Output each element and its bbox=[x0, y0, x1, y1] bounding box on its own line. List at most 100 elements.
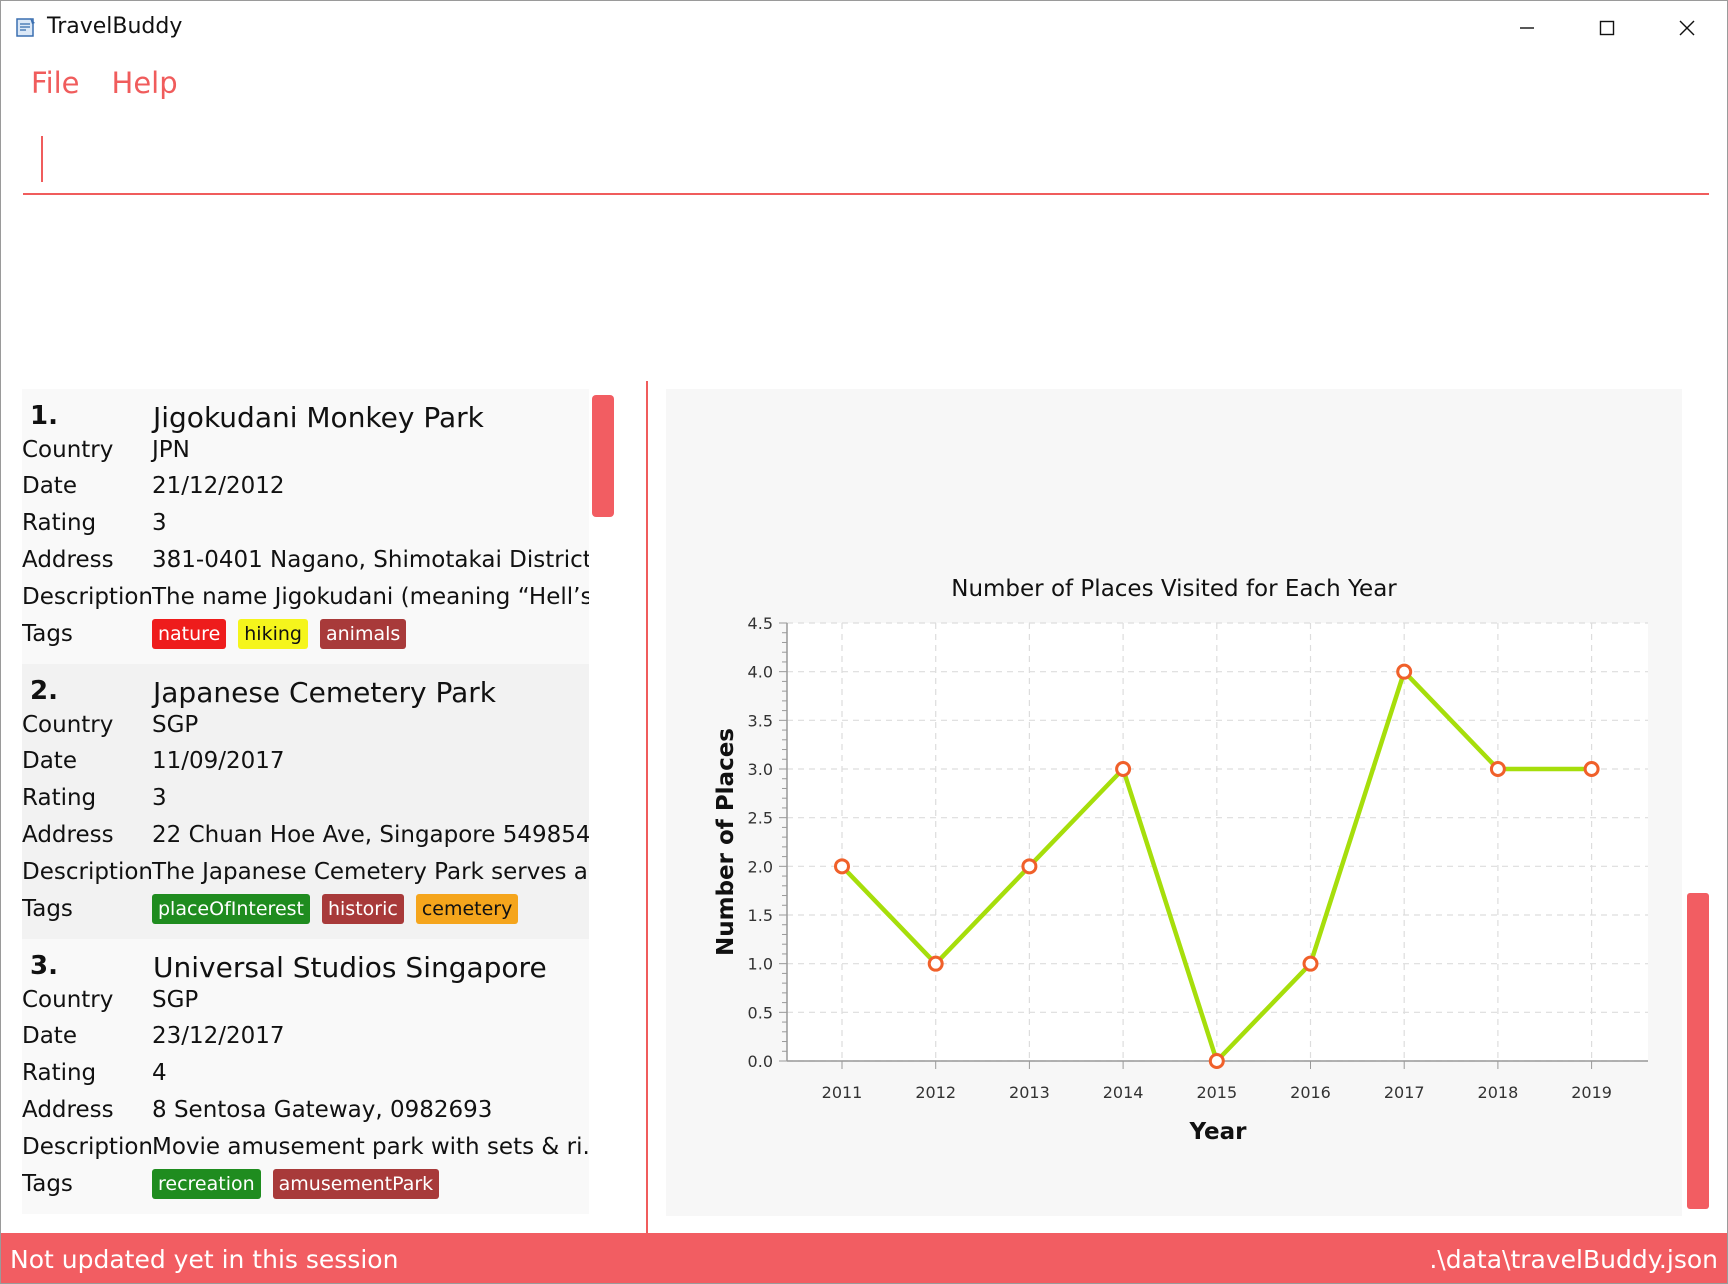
field-label-date: Date bbox=[22, 473, 77, 499]
x-tick-label: 2018 bbox=[1478, 1083, 1519, 1102]
field-value-address: 381-0401 Nagano, Shimotakai District,... bbox=[152, 547, 589, 573]
window-title: TravelBuddy bbox=[47, 14, 183, 39]
tag-badge: animals bbox=[319, 619, 407, 649]
data-point bbox=[1489, 761, 1506, 777]
field-label-date: Date bbox=[22, 1023, 77, 1049]
field-value-description: Movie amusement park with sets & ri... bbox=[152, 1134, 589, 1160]
place-index: 3. bbox=[30, 951, 58, 981]
y-tick-label: 2.0 bbox=[748, 857, 773, 876]
field-label-address: Address bbox=[22, 822, 114, 848]
place-index: 2. bbox=[30, 676, 58, 706]
plot-area bbox=[787, 623, 1648, 1061]
y-tick-label: 0.0 bbox=[748, 1052, 773, 1071]
text-caret bbox=[41, 136, 43, 182]
maximize-icon bbox=[1599, 20, 1615, 36]
data-point bbox=[927, 955, 944, 972]
chart-scrollbar-thumb[interactable] bbox=[1687, 893, 1709, 1209]
y-tick-label: 4.5 bbox=[748, 614, 773, 633]
field-label-tags: Tags bbox=[22, 1171, 73, 1197]
field-value-rating: 3 bbox=[152, 785, 167, 811]
field-value-rating: 3 bbox=[152, 510, 167, 536]
tag-badge: placeOfInterest bbox=[152, 894, 310, 924]
tag-list: nature hiking animals bbox=[152, 619, 407, 649]
list-scrollbar-thumb[interactable] bbox=[592, 395, 614, 517]
app-window: TravelBuddy File Help 1. Jigokudani Monke… bbox=[0, 0, 1728, 1284]
field-label-country: Country bbox=[22, 437, 114, 463]
field-label-description: Description bbox=[22, 584, 153, 610]
field-label-rating: Rating bbox=[22, 510, 97, 536]
tag-badge: recreation bbox=[152, 1169, 261, 1199]
tag-badge: cemetery bbox=[415, 894, 519, 924]
command-input[interactable] bbox=[23, 131, 1709, 195]
x-axis-title: Year bbox=[1188, 1119, 1247, 1145]
data-point bbox=[1302, 955, 1319, 972]
y-tick-label: 2.5 bbox=[748, 809, 773, 828]
field-value-address: 8 Sentosa Gateway, 0982693 bbox=[152, 1097, 493, 1123]
field-label-description: Description bbox=[22, 859, 153, 885]
field-value-country: SGP bbox=[152, 712, 199, 738]
tag-badge: nature bbox=[152, 619, 227, 649]
field-label-date: Date bbox=[22, 748, 77, 774]
panel-divider[interactable] bbox=[646, 381, 648, 1233]
status-file-path: .\data\travelBuddy.json bbox=[1429, 1245, 1718, 1274]
place-name: Universal Studios Singapore bbox=[153, 951, 547, 984]
field-label-rating: Rating bbox=[22, 785, 97, 811]
field-value-date: 23/12/2017 bbox=[152, 1023, 285, 1049]
maximize-button[interactable] bbox=[1567, 1, 1647, 55]
tag-badge: hiking bbox=[238, 619, 308, 649]
field-value-country: SGP bbox=[152, 987, 199, 1013]
y-tick-label: 3.5 bbox=[748, 711, 773, 730]
menu-bar: File Help bbox=[15, 63, 194, 103]
x-tick-label: 2017 bbox=[1384, 1083, 1425, 1102]
x-tick-label: 2011 bbox=[822, 1083, 863, 1102]
field-label-address: Address bbox=[22, 547, 114, 573]
place-name: Jigokudani Monkey Park bbox=[153, 401, 484, 434]
x-tick-label: 2014 bbox=[1103, 1083, 1144, 1102]
minimize-button[interactable] bbox=[1487, 1, 1567, 55]
line-chart: 0.0 0.5 1.0 1.5 2.0 2.5 3.0 3.5 4.0 4.5 2011 2012 20… bbox=[713, 576, 1648, 1145]
tag-badge: historic bbox=[321, 894, 404, 924]
tag-list: placeOfInterest historic cemetery bbox=[152, 894, 519, 924]
x-tick-label: 2013 bbox=[1009, 1083, 1050, 1102]
y-axis-title: Number of Places bbox=[713, 728, 739, 956]
place-card[interactable]: 3. Universal Studios Singapore Country SGP D… bbox=[22, 939, 589, 1214]
data-point bbox=[1021, 858, 1038, 875]
data-point bbox=[834, 858, 850, 875]
place-list[interactable]: 1. Jigokudani Monkey Park Country JPN Date 21… bbox=[22, 389, 589, 1216]
minimize-icon bbox=[1520, 27, 1534, 29]
data-point bbox=[1396, 663, 1413, 680]
place-card[interactable]: 1. Jigokudani Monkey Park Country JPN Date 21… bbox=[22, 389, 589, 664]
data-point bbox=[1208, 1053, 1225, 1069]
data-point bbox=[1583, 761, 1600, 777]
field-label-rating: Rating bbox=[22, 1060, 97, 1086]
field-label-country: Country bbox=[22, 987, 114, 1013]
field-label-tags: Tags bbox=[22, 621, 73, 647]
place-card[interactable]: 2. Japanese Cemetery Park Country SGP Date 11… bbox=[22, 664, 589, 939]
status-bar: Not updated yet in this session .\data\t… bbox=[1, 1233, 1727, 1283]
y-tick-label: 3.0 bbox=[748, 760, 773, 779]
close-icon bbox=[1679, 20, 1695, 36]
field-value-country: JPN bbox=[152, 437, 190, 463]
y-tick-label: 4.0 bbox=[748, 663, 773, 682]
field-value-description: The Japanese Cemetery Park serves as... bbox=[152, 859, 589, 885]
app-icon bbox=[15, 16, 37, 38]
title-bar: TravelBuddy bbox=[1, 1, 1727, 55]
x-tick-label: 2016 bbox=[1290, 1083, 1331, 1102]
chart-panel: 0.0 0.5 1.0 1.5 2.0 2.5 3.0 3.5 4.0 4.5 2011 2012 20… bbox=[666, 389, 1682, 1216]
menu-help[interactable]: Help bbox=[96, 63, 194, 103]
x-tick-label: 2015 bbox=[1196, 1083, 1237, 1102]
y-tick-label: 1.0 bbox=[748, 955, 773, 974]
field-value-date: 21/12/2012 bbox=[152, 473, 285, 499]
tag-badge: amusementPark bbox=[272, 1169, 440, 1199]
field-label-description: Description bbox=[22, 1134, 153, 1160]
x-tick-label: 2019 bbox=[1571, 1083, 1612, 1102]
y-tick-label: 0.5 bbox=[748, 1003, 773, 1022]
field-value-description: The name Jigokudani (meaning “Hell’s... bbox=[152, 584, 589, 610]
tag-list: recreation amusementPark bbox=[152, 1169, 440, 1199]
menu-file[interactable]: File bbox=[15, 63, 96, 103]
field-label-tags: Tags bbox=[22, 896, 73, 922]
place-index: 1. bbox=[30, 401, 58, 431]
y-tick-label: 1.5 bbox=[748, 906, 773, 925]
close-button[interactable] bbox=[1647, 1, 1727, 55]
chart-title: Number of Places Visited for Each Year bbox=[951, 576, 1397, 602]
